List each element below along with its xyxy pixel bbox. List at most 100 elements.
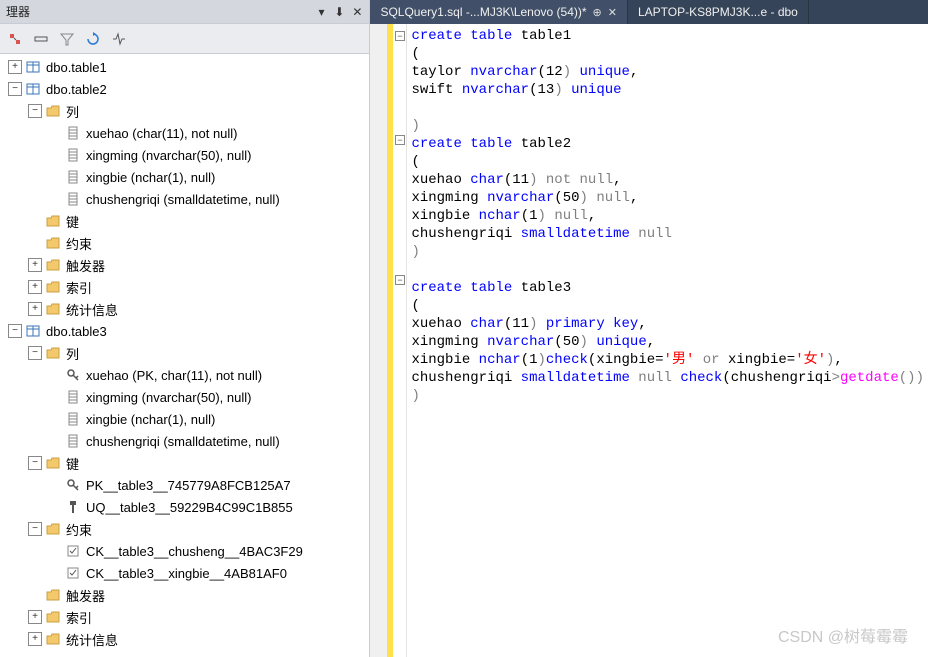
expander-icon[interactable]: + (28, 280, 42, 294)
close-icon[interactable]: ✕ (349, 5, 365, 19)
connect-icon[interactable] (6, 30, 24, 48)
tree-item-label: UQ__table3__59229B4C99C1B855 (86, 500, 293, 515)
tab-label: SQLQuery1.sql -...MJ3K\Lenovo (54))* (380, 5, 586, 19)
table-icon (26, 324, 42, 338)
tree-item-label: xingming (nvarchar(50), null) (86, 148, 251, 163)
close-icon[interactable]: ✕ (608, 6, 617, 19)
tree-item[interactable]: CK__table3__xingbie__4AB81AF0 (0, 562, 369, 584)
tree-item[interactable]: +dbo.table1 (0, 56, 369, 78)
tree-item-label: 触发器 (66, 256, 105, 275)
tree-item[interactable]: CK__table3__chusheng__4BAC3F29 (0, 540, 369, 562)
tree-item[interactable]: xingming (nvarchar(50), null) (0, 386, 369, 408)
code-editor[interactable]: −−− create table table1(taylor nvarchar(… (370, 24, 928, 657)
code-line[interactable]: create table table1 (411, 27, 924, 45)
tree-item[interactable]: xingbie (nchar(1), null) (0, 408, 369, 430)
object-tree[interactable]: +dbo.table1−dbo.table2−列xuehao (char(11)… (0, 54, 369, 657)
pin-icon[interactable]: ⬇ (331, 5, 347, 19)
code-line[interactable]: xingming nvarchar(50) null, (411, 189, 924, 207)
tree-item[interactable]: −列 (0, 342, 369, 364)
tree-item[interactable]: xingming (nvarchar(50), null) (0, 144, 369, 166)
tree-item[interactable]: xuehao (char(11), not null) (0, 122, 369, 144)
panel-header: 理器 ▾ ⬇ ✕ (0, 0, 369, 24)
code-line[interactable]: ) (411, 117, 924, 135)
fold-icon[interactable]: − (395, 135, 405, 145)
expander-icon[interactable]: − (28, 104, 42, 118)
folder-icon (46, 280, 62, 294)
tree-item[interactable]: xingbie (nchar(1), null) (0, 166, 369, 188)
fold-icon[interactable]: − (395, 275, 405, 285)
expander-icon[interactable]: − (8, 82, 22, 96)
editor-tab[interactable]: SQLQuery1.sql -...MJ3K\Lenovo (54))* ⊕ ✕ (370, 0, 628, 24)
tree-item[interactable]: 触发器 (0, 584, 369, 606)
tree-item-label: 键 (66, 454, 79, 473)
panel-title: 理器 (6, 3, 30, 20)
tree-item-label: 统计信息 (66, 630, 118, 649)
tree-item-label: dbo.table3 (46, 324, 107, 339)
folder-icon (46, 214, 62, 228)
code-line[interactable]: xuehao char(11) primary key, (411, 315, 924, 333)
code-line[interactable]: xingming nvarchar(50) unique, (411, 333, 924, 351)
code-area[interactable]: create table table1(taylor nvarchar(12) … (407, 24, 928, 657)
expander-icon[interactable]: − (28, 346, 42, 360)
tree-item[interactable]: xuehao (PK, char(11), not null) (0, 364, 369, 386)
activity-icon[interactable] (110, 30, 128, 48)
expander-icon[interactable]: + (28, 258, 42, 272)
disconnect-icon[interactable] (32, 30, 50, 48)
refresh-icon[interactable] (84, 30, 102, 48)
tree-item-label: xingbie (nchar(1), null) (86, 412, 215, 427)
folder-icon (46, 588, 62, 602)
tree-item[interactable]: −键 (0, 452, 369, 474)
tree-item[interactable]: +索引 (0, 606, 369, 628)
code-line[interactable] (411, 99, 924, 117)
fold-icon[interactable]: − (395, 31, 405, 41)
tree-item[interactable]: +统计信息 (0, 298, 369, 320)
expander-icon[interactable]: − (28, 522, 42, 536)
code-line[interactable]: ) (411, 243, 924, 261)
expander-icon[interactable]: + (8, 60, 22, 74)
code-line[interactable]: taylor nvarchar(12) unique, (411, 63, 924, 81)
tree-item[interactable]: −约束 (0, 518, 369, 540)
tree-item[interactable]: + 统计信息 (0, 628, 369, 650)
code-line[interactable]: create table table3 (411, 279, 924, 297)
code-line[interactable]: ( (411, 297, 924, 315)
code-line[interactable]: ) (411, 387, 924, 405)
folder-icon (46, 456, 62, 470)
code-line[interactable]: swift nvarchar(13) unique (411, 81, 924, 99)
code-line[interactable]: ( (411, 153, 924, 171)
code-line[interactable]: chushengriqi smalldatetime null check(ch… (411, 369, 924, 387)
tree-item-label: 约束 (66, 234, 92, 253)
code-line[interactable]: ( (411, 45, 924, 63)
tree-item[interactable]: + 触发器 (0, 254, 369, 276)
expander-icon[interactable]: − (28, 456, 42, 470)
code-line[interactable]: xuehao char(11) not null, (411, 171, 924, 189)
panel-controls: ▾ ⬇ ✕ (313, 5, 365, 19)
dropdown-icon[interactable]: ▾ (313, 5, 329, 19)
tree-item[interactable]: 键 (0, 210, 369, 232)
tree-item[interactable]: −列 (0, 100, 369, 122)
tree-item[interactable]: chushengriqi (smalldatetime, null) (0, 188, 369, 210)
editor-tab[interactable]: LAPTOP-KS8PMJ3K...e - dbo (628, 0, 809, 24)
tree-item[interactable]: 约束 (0, 232, 369, 254)
tree-item-label: xingming (nvarchar(50), null) (86, 390, 251, 405)
tree-item[interactable]: +索引 (0, 276, 369, 298)
tree-item[interactable]: PK__table3__745779A8FCB125A7 (0, 474, 369, 496)
code-line[interactable] (411, 261, 924, 279)
fold-gutter: − − − (393, 24, 407, 657)
code-line[interactable]: xingbie nchar(1) null, (411, 207, 924, 225)
code-line[interactable]: xingbie nchar(1)check(xingbie='男' or xin… (411, 351, 924, 369)
filter-icon[interactable] (58, 30, 76, 48)
code-line[interactable]: create table table2 (411, 135, 924, 153)
tree-item-label: xuehao (char(11), not null) (86, 126, 238, 141)
expander-icon[interactable]: + (28, 632, 42, 646)
tree-item[interactable]: chushengriqi (smalldatetime, null) (0, 430, 369, 452)
expander-icon[interactable]: + (28, 302, 42, 316)
tree-item[interactable]: UQ__table3__59229B4C99C1B855 (0, 496, 369, 518)
tree-item[interactable]: −dbo.table2 (0, 78, 369, 100)
code-line[interactable]: chushengriqi smalldatetime null (411, 225, 924, 243)
table-icon (26, 82, 42, 96)
pin-icon[interactable]: ⊕ (593, 6, 602, 19)
tree-item[interactable]: − dbo.table3 (0, 320, 369, 342)
expander-icon[interactable]: + (28, 610, 42, 624)
expander-icon[interactable]: − (8, 324, 22, 338)
folder-icon (46, 632, 62, 646)
